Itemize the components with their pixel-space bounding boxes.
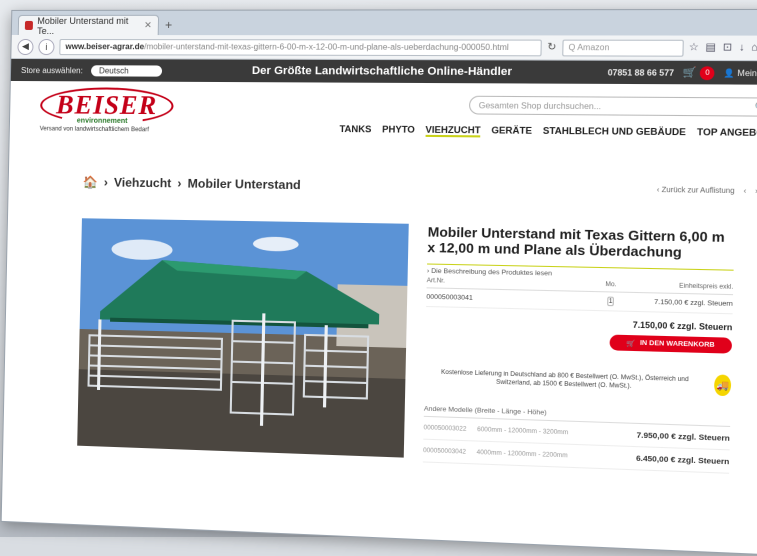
- download-icon[interactable]: ↓: [739, 42, 745, 54]
- back-to-list-link[interactable]: ‹ Zurück zur Auflistung: [657, 186, 735, 194]
- delivery-text: Kostenlose Lieferung in Deutschland ab 8…: [424, 368, 705, 393]
- account-link[interactable]: 👤 Mein Konto: [724, 68, 757, 78]
- url-field[interactable]: www.beiser-agrar.de /mobiler-unterstand-…: [59, 39, 542, 56]
- add-to-cart-label: IN DEN WARENKORB: [640, 340, 715, 349]
- model-dims: 6000mm - 12000mm - 3200mm: [477, 426, 637, 438]
- product-photo-svg: [77, 218, 409, 457]
- sku: 000050003041: [426, 294, 588, 305]
- address-bar: ◀ i www.beiser-agrar.de /mobiler-unterst…: [11, 35, 757, 61]
- model-code: 000050003042: [423, 447, 477, 455]
- product-title: Mobiler Unterstand mit Texas Gittern 6,0…: [427, 224, 734, 261]
- tab-title: Mobiler Unterstand mit Te...: [37, 15, 140, 35]
- reload-icon[interactable]: ↻: [547, 42, 556, 54]
- model-price: 6.450,00 € zzgl. Steuern: [636, 453, 730, 466]
- breadcrumb-viehzucht[interactable]: Viehzucht: [114, 175, 172, 190]
- browser-window: Mobiler Unterstand mit Te... ✕ + ◀ i www…: [1, 9, 757, 556]
- browser-search-input[interactable]: Q Amazon: [562, 39, 684, 56]
- site-header: BEISER environnement Versand von landwir…: [10, 81, 757, 153]
- pocket-icon[interactable]: ⊡: [723, 42, 733, 54]
- url-domain: www.beiser-agrar.de: [65, 42, 144, 51]
- nav-geraete[interactable]: GERÄTE: [491, 125, 532, 138]
- nav-stahlblech[interactable]: STAHLBLECH UND GEBÄUDE: [543, 125, 686, 139]
- store-label: Store auswählen:: [21, 66, 83, 75]
- truck-icon: 🚚: [714, 374, 731, 396]
- close-tab-icon[interactable]: ✕: [144, 20, 152, 31]
- reader-icon[interactable]: ▤: [705, 42, 716, 54]
- other-models: Andere Modelle (Breite - Länge - Höhe) 0…: [423, 405, 731, 473]
- cart-icon: 🛒: [683, 67, 697, 79]
- cart-button[interactable]: 🛒 0: [683, 66, 715, 80]
- nav-top-angebote[interactable]: TOP ANGEBOTE: [697, 127, 757, 140]
- col-price: Einheitspreis exkl.: [633, 282, 733, 291]
- tagline: Versand von landwirtschaftlichem Bedarf: [40, 126, 192, 133]
- main-nav: TANKS PHYTO VIEHZUCHT GERÄTE STAHLBLECH …: [339, 124, 757, 140]
- prev-icon[interactable]: ‹: [743, 187, 746, 194]
- logo[interactable]: BEISER environnement Versand von landwir…: [40, 87, 193, 134]
- model-code: 000050003022: [423, 425, 477, 433]
- quantity-input[interactable]: 1: [607, 297, 613, 307]
- favicon-icon: [25, 21, 34, 30]
- product-image[interactable]: [77, 218, 409, 457]
- unit-price: 7.150,00 € zzgl. Steuern: [633, 298, 733, 308]
- product-details: Mobiler Unterstand mit Texas Gittern 6,0…: [423, 224, 735, 474]
- site-search-input[interactable]: Gesamten Shop durchsuchen... 🔍: [469, 96, 757, 117]
- user-icon: 👤: [724, 68, 735, 78]
- model-price: 7.950,00 € zzgl. Steuern: [636, 430, 730, 443]
- star-icon[interactable]: ☆: [689, 42, 699, 54]
- nav-viehzucht[interactable]: VIEHZUCHT: [425, 124, 480, 137]
- site-search-placeholder: Gesamten Shop durchsuchen...: [479, 100, 602, 110]
- info-icon[interactable]: i: [38, 38, 54, 54]
- store-select[interactable]: Deutsch: [91, 65, 162, 76]
- model-dims: 4000mm - 12000mm - 2200mm: [477, 449, 637, 461]
- header-right: Gesamten Shop durchsuchen... 🔍 TANKS PHY…: [191, 88, 757, 140]
- home-icon[interactable]: 🏠: [83, 175, 98, 189]
- nav-phyto[interactable]: PHYTO: [382, 124, 415, 137]
- new-tab-icon[interactable]: +: [165, 18, 172, 32]
- slogan: Der Größte Landwirtschaftliche Online-Hä…: [170, 65, 599, 79]
- toolbar-icons: ☆ ▤ ⊡ ↓ ⌂ ◎ ≡: [689, 42, 757, 54]
- nav-tanks[interactable]: TANKS: [339, 124, 371, 137]
- account-label: Mein Konto: [737, 68, 757, 78]
- browser-tab[interactable]: Mobiler Unterstand mit Te... ✕: [18, 15, 159, 35]
- col-art: Art.Nr.: [427, 278, 589, 288]
- back-navigation: ‹ Zurück zur Auflistung ‹ ›: [657, 186, 757, 195]
- tab-bar: Mobiler Unterstand mit Te... ✕ +: [12, 10, 757, 36]
- col-qty: Mo.: [589, 281, 633, 288]
- cart-count: 0: [700, 66, 715, 80]
- delivery-info: Kostenlose Lieferung in Deutschland ab 8…: [424, 366, 731, 396]
- url-path: /mobiler-unterstand-mit-texas-gittern-6-…: [144, 42, 509, 52]
- phone-number: 07851 88 66 577: [608, 68, 675, 78]
- back-icon[interactable]: ◀: [17, 38, 33, 54]
- cart-icon: 🛒: [626, 339, 635, 348]
- add-to-cart-button[interactable]: 🛒 IN DEN WARENKORB: [609, 335, 732, 354]
- breadcrumb: 🏠 › Viehzucht › Mobiler Unterstand: [83, 175, 301, 192]
- product-content: Mobiler Unterstand mit Texas Gittern 6,0…: [3, 195, 757, 476]
- home-icon[interactable]: ⌂: [751, 42, 757, 54]
- breadcrumb-current: Mobiler Unterstand: [188, 176, 301, 192]
